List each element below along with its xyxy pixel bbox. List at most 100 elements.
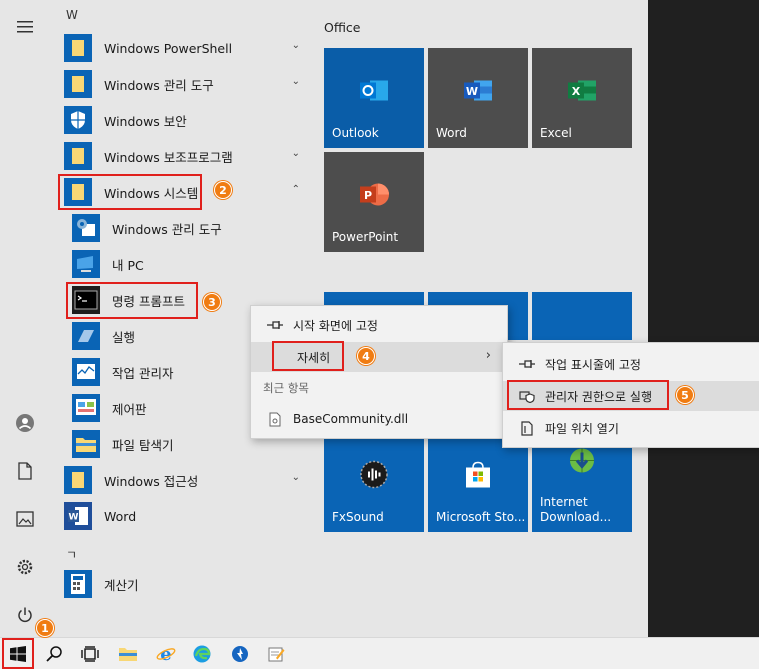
tile-powerpoint[interactable]: P PowerPoint <box>324 152 424 252</box>
app-item-windows-accessibility[interactable]: Windows 접근성 ⌄ <box>64 462 312 498</box>
run-icon <box>72 322 100 350</box>
app-label: Word <box>104 508 137 524</box>
app-item-this-pc[interactable]: 내 PC <box>72 246 312 282</box>
step-badge-5: 5 <box>676 386 694 404</box>
user-account-icon[interactable] <box>8 406 42 440</box>
search-icon[interactable] <box>36 638 72 669</box>
folder-icon <box>64 34 92 62</box>
tile-excel[interactable]: X Excel <box>532 48 632 148</box>
step-badge-4: 4 <box>357 347 375 365</box>
tile-outlook[interactable]: Outlook <box>324 48 424 148</box>
letter-header-giyeok[interactable]: ㄱ <box>66 546 77 563</box>
app-item-admin-tools[interactable]: Windows 관리 도구 <box>72 210 312 246</box>
pictures-icon[interactable] <box>8 502 42 536</box>
download-manager-icon <box>567 446 597 479</box>
powerpoint-icon: P <box>359 181 389 212</box>
app-item-windows-security[interactable]: Windows 보안 <box>64 102 312 138</box>
task-view-icon[interactable] <box>72 638 108 669</box>
letter-header-w[interactable]: W <box>66 8 78 22</box>
app-label: Windows 관리 도구 <box>112 221 222 237</box>
folder-icon <box>64 142 92 170</box>
app-label: 제어판 <box>112 401 147 417</box>
app-label: 파일 탐색기 <box>112 437 174 453</box>
taskbar: e <box>0 637 759 669</box>
start-button[interactable] <box>0 638 36 669</box>
run-as-administrator-menu-item[interactable]: 관리자 권한으로 실행 <box>503 381 759 411</box>
app-label: Windows 보안 <box>104 113 187 129</box>
svg-text:X: X <box>572 85 581 98</box>
app-label: Windows 보조프로그램 <box>104 149 233 165</box>
app-item-windows-accessories[interactable]: Windows 보조프로그램 ⌄ <box>64 138 312 174</box>
chevron-down-icon: ⌄ <box>291 472 300 483</box>
step-badge-1: 1 <box>36 619 54 637</box>
app-label: Windows 시스템 <box>104 185 199 201</box>
step-badge-2: 2 <box>214 181 232 199</box>
pin-to-start-menu-item[interactable]: 시작 화면에 고정 <box>251 310 507 340</box>
edge-browser-icon[interactable] <box>184 638 220 669</box>
recent-item-basecommunity-dll[interactable]: BaseCommunity.dll <box>251 404 507 434</box>
context-menu: 시작 화면에 고정 자세히 › 최근 항목 BaseCommunity.dll <box>250 305 508 439</box>
app-item-word[interactable]: W Word <box>64 498 312 534</box>
app-item-calculator[interactable]: 계산기 <box>64 566 312 602</box>
excel-icon: X <box>567 78 597 107</box>
app-taskbar-icon[interactable] <box>222 638 258 669</box>
notepad-taskbar-icon[interactable] <box>258 638 294 669</box>
submenu: 작업 표시줄에 고정 관리자 권한으로 실행 파일 위치 열기 <box>502 342 759 448</box>
calculator-icon <box>64 570 92 598</box>
start-rail <box>0 0 50 637</box>
recent-items-header: 최근 항목 <box>263 381 309 395</box>
tile-label: Outlook <box>332 126 379 140</box>
internet-explorer-icon[interactable]: e <box>148 638 184 669</box>
pin-to-taskbar-menu-item[interactable]: 작업 표시줄에 고정 <box>503 349 759 379</box>
cmd-icon <box>72 286 100 314</box>
app-label: Windows PowerShell <box>104 40 233 56</box>
documents-icon[interactable] <box>8 454 42 488</box>
svg-text:P: P <box>364 189 372 202</box>
desktop-background <box>648 0 759 637</box>
svg-text:W: W <box>69 513 79 523</box>
tile-label: Excel <box>540 126 572 140</box>
outlook-icon <box>359 78 389 107</box>
fxsound-icon <box>359 460 389 493</box>
menu-item-label: 시작 화면에 고정 <box>293 318 378 333</box>
app-label: 명령 프롬프트 <box>112 293 185 309</box>
folder-icon <box>64 70 92 98</box>
microsoft-store-icon <box>463 461 493 492</box>
tile-word[interactable]: W Word <box>428 48 528 148</box>
tile-label: PowerPoint <box>332 230 399 244</box>
file-explorer-taskbar-icon[interactable] <box>110 638 146 669</box>
tile-group-title[interactable]: Office <box>324 20 361 35</box>
tile-label: FxSound <box>332 510 384 524</box>
app-label: Windows 관리 도구 <box>104 77 214 93</box>
pin-icon <box>263 320 287 330</box>
open-file-location-menu-item[interactable]: 파일 위치 열기 <box>503 413 759 443</box>
more-menu-item[interactable]: 자세히 › <box>251 342 507 372</box>
app-item-windows-system[interactable]: Windows 시스템 ⌃ <box>64 174 312 210</box>
app-item-windows-powershell[interactable]: Windows PowerShell ⌄ <box>64 30 312 66</box>
admin-shield-icon <box>515 389 539 403</box>
shield-icon <box>64 106 92 134</box>
chevron-right-icon: › <box>485 348 491 363</box>
chevron-down-icon: ⌄ <box>291 148 300 159</box>
menu-item-label: BaseCommunity.dll <box>293 412 409 426</box>
app-item-windows-admin-tools[interactable]: Windows 관리 도구 ⌄ <box>64 66 312 102</box>
file-explorer-icon <box>72 430 100 458</box>
tile-label: Word <box>436 126 467 140</box>
menu-item-label: 작업 표시줄에 고정 <box>545 357 641 372</box>
svg-text:W: W <box>466 85 478 98</box>
file-location-icon <box>515 420 539 436</box>
menu-item-label: 파일 위치 열기 <box>545 421 619 436</box>
pc-icon <box>72 250 100 278</box>
admin-tools-icon <box>72 214 100 242</box>
file-dll-icon <box>263 412 287 427</box>
settings-gear-icon[interactable] <box>8 550 42 584</box>
pin-icon <box>515 359 539 369</box>
tile-fxsound[interactable]: FxSound <box>324 432 424 532</box>
hamburger-menu-icon[interactable] <box>8 10 42 44</box>
app-label: 실행 <box>112 329 136 345</box>
app-label: 내 PC <box>112 257 144 273</box>
tile-partial-3[interactable] <box>532 292 632 340</box>
svg-text:e: e <box>160 644 171 664</box>
tile-label: Microsoft Sto... <box>436 510 526 524</box>
app-label: Windows 접근성 <box>104 473 199 489</box>
